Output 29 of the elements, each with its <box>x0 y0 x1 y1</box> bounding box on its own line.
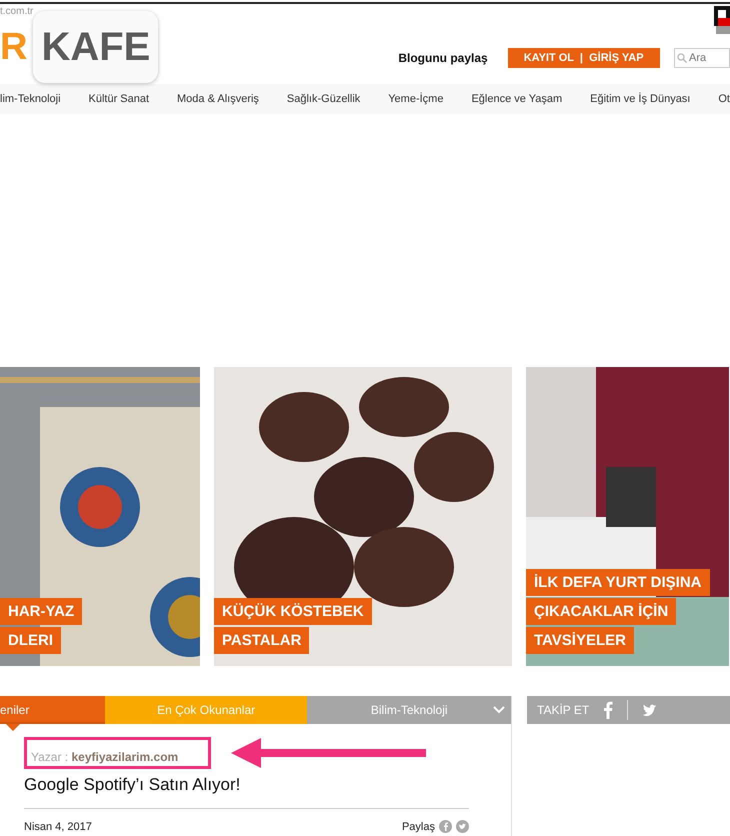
nav-link[interactable]: Kültür Sanat <box>88 90 150 108</box>
article-title[interactable]: Google Spotify’ı Satın Alıyor! <box>24 772 469 798</box>
tab[interactable]: Bilim-Teknoloji <box>307 696 511 724</box>
tile-caption[interactable]: DLERI <box>0 627 61 654</box>
tile-caption[interactable]: HAR-YAZ <box>0 598 82 625</box>
tab[interactable]: En Çok Okunanlar <box>104 696 308 724</box>
nav-link[interactable]: Moda & Alışveriş <box>177 90 259 108</box>
nav-link[interactable]: Eğitim ve İş Dünyası <box>590 90 690 108</box>
register-login-button[interactable]: KAYIT OL | GİRİŞ YAP <box>508 48 660 68</box>
share-label: Paylaş <box>402 820 435 834</box>
tagline: Blogunu paylaş <box>398 50 488 67</box>
tab-pointer <box>6 724 20 731</box>
twitter-icon[interactable] <box>456 820 469 834</box>
nav-link[interactable]: lim-Teknoloji <box>0 90 61 108</box>
tile-caption[interactable]: ÇIKACAKLAR İÇİN <box>526 598 676 625</box>
nav-link[interactable]: Eğlence ve Yaşam <box>471 90 562 108</box>
tile-caption[interactable]: PASTALAR <box>214 627 310 654</box>
follow-label: TAKİP ET <box>537 702 590 719</box>
facebook-icon[interactable] <box>603 701 614 719</box>
search-field[interactable]: Ara <box>674 48 730 68</box>
logo-icon <box>714 6 730 34</box>
article-date: Nisan 4, 2017 <box>24 820 92 834</box>
facebook-icon[interactable] <box>439 820 452 834</box>
nav-link[interactable]: Sağlık-Güzellik <box>286 90 360 108</box>
nav-link[interactable]: Yeme-İçme <box>388 90 444 108</box>
nav-link[interactable]: Ot <box>718 90 730 108</box>
tile-caption[interactable]: KÜÇÜK KÖSTEBEK <box>214 598 372 625</box>
tile-caption[interactable]: TAVSİYELER <box>526 627 634 654</box>
tile-caption[interactable]: İLK DEFA YURT DIŞINA <box>526 569 710 596</box>
